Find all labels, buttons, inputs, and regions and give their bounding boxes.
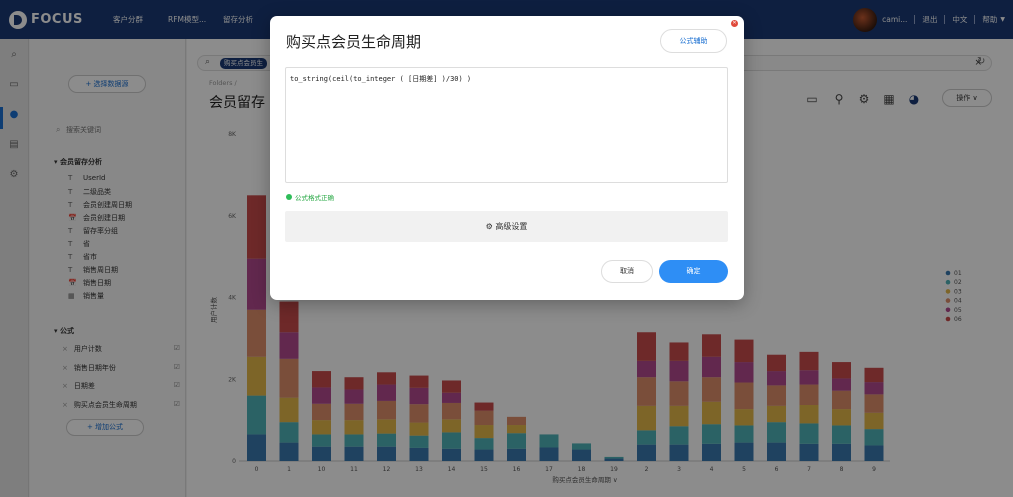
- check-icon: [286, 194, 292, 200]
- close-icon[interactable]: ✕: [731, 20, 738, 27]
- confirm-button[interactable]: 确定: [659, 260, 728, 283]
- validation-text: 公式格式正确: [295, 194, 334, 202]
- formula-help-button[interactable]: 公式辅助: [660, 29, 727, 53]
- dialog-title: 购买点会员生命周期: [286, 33, 422, 51]
- gear-icon: ⚙: [485, 222, 493, 231]
- advanced-settings-label: 高级设置: [495, 222, 528, 231]
- advanced-settings-button[interactable]: ⚙ 高级设置: [285, 211, 728, 242]
- formula-dialog: 购买点会员生命周期 ✕ 公式辅助 to_string(ceil(to_integ…: [270, 16, 744, 300]
- cancel-button[interactable]: 取消: [601, 260, 653, 283]
- formula-editor[interactable]: to_string(ceil(to_integer ( [日期差] )/30) …: [285, 67, 728, 183]
- validation-message: 公式格式正确: [286, 192, 334, 202]
